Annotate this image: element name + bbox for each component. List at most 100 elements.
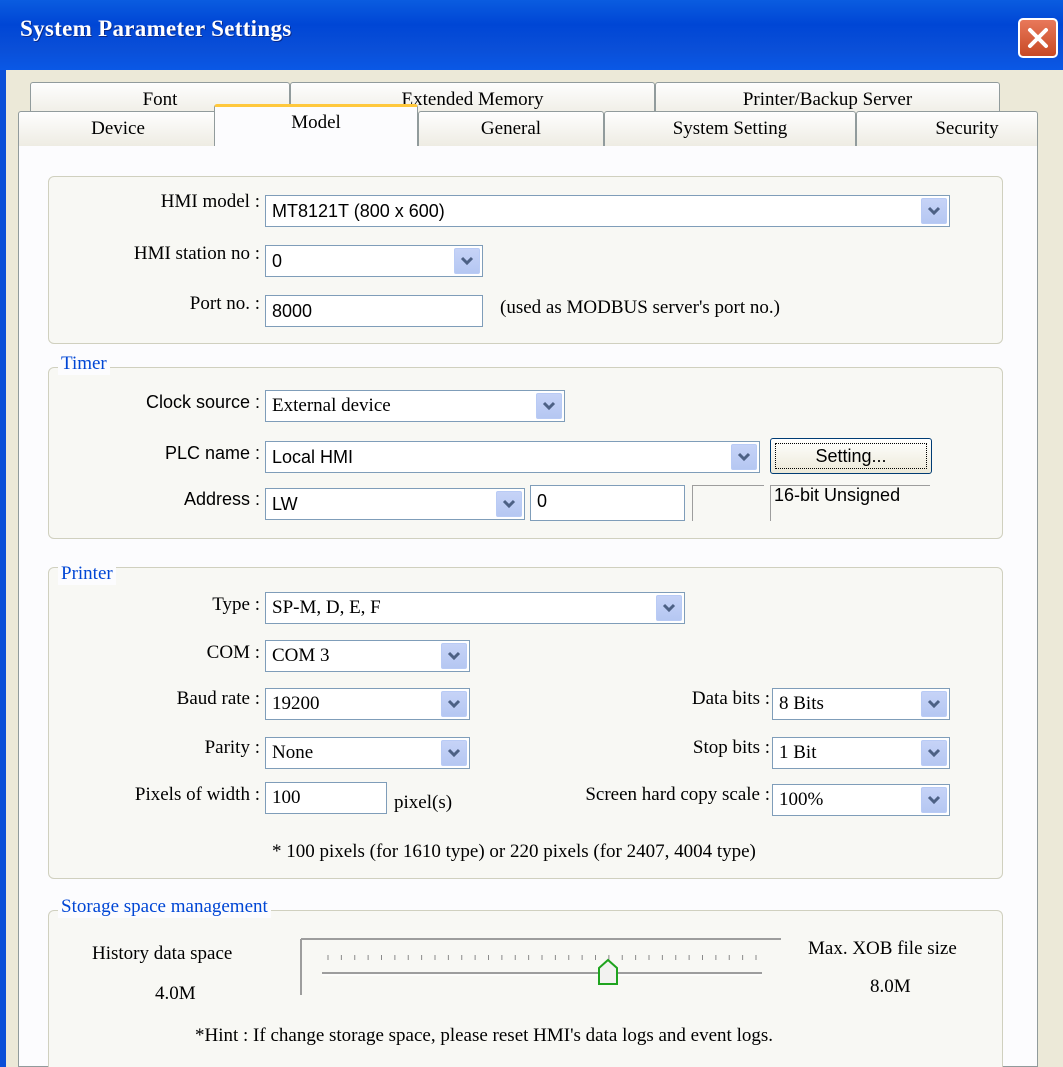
tab-security[interactable]: Security (856, 111, 1038, 146)
timer-group-title: Timer (58, 353, 110, 375)
parity-label: Parity : (204, 737, 260, 758)
dropdown-button[interactable] (441, 740, 467, 766)
hmi-model-label: HMI model : (160, 191, 260, 212)
close-button[interactable] (1018, 18, 1058, 58)
tab-label: Security (935, 118, 999, 139)
data-format-text: 16-bit Unsigned (774, 485, 901, 505)
history-data-label: History data space (92, 943, 233, 964)
printer-note: * 100 pixels (for 1610 type) or 220 pixe… (272, 841, 756, 862)
baud-rate-select[interactable]: 19200 (265, 688, 470, 720)
com-select[interactable]: COM 3 (265, 640, 470, 672)
chevron-down-icon (542, 401, 556, 411)
chevron-down-icon (927, 795, 941, 805)
hard-copy-scale-label: Screen hard copy scale : (585, 784, 770, 805)
printer-group-title: Printer (58, 563, 116, 585)
baud-rate-value: 19200 (272, 693, 320, 714)
pixels-width-input[interactable]: 100 (265, 782, 387, 814)
storage-group-title: Storage space management (58, 896, 271, 918)
dropdown-button[interactable] (454, 248, 480, 274)
chevron-down-icon (447, 699, 461, 709)
data-bits-select[interactable]: 8 Bits (772, 688, 950, 720)
tab-label: System Setting (672, 118, 788, 139)
hmi-station-value: 0 (272, 251, 283, 271)
data-bits-label: Data bits : (691, 688, 770, 709)
com-value: COM 3 (272, 645, 330, 666)
chevron-down-icon (927, 206, 941, 216)
close-icon (1028, 28, 1048, 48)
storage-hint: *Hint : If change storage space, please … (195, 1025, 773, 1046)
tab-label: Extended Memory (401, 89, 544, 110)
setting-button-label: Setting... (775, 443, 927, 469)
clock-source-label: Clock source : (145, 392, 260, 412)
stop-bits-select[interactable]: 1 Bit (772, 737, 950, 769)
clock-source-value: External device (272, 395, 391, 416)
hard-copy-scale-select[interactable]: 100% (772, 784, 950, 816)
tab-label: General (480, 118, 542, 139)
chevron-down-icon (460, 256, 474, 266)
dropdown-button[interactable] (921, 198, 947, 224)
port-input[interactable]: 8000 (265, 295, 483, 327)
slider-track (300, 938, 781, 995)
tab-device[interactable]: Device (18, 111, 218, 146)
parity-value: None (272, 742, 314, 763)
chevron-down-icon (447, 748, 461, 758)
chevron-down-icon (662, 603, 676, 613)
pixels-width-value: 100 (272, 787, 301, 808)
dropdown-button[interactable] (496, 491, 522, 517)
pixels-width-label: Pixels of width : (134, 784, 260, 805)
title-bar: System Parameter Settings (0, 0, 1063, 70)
baud-rate-label: Baud rate : (176, 688, 260, 709)
printer-type-value: SP-M, D, E, F (272, 597, 381, 618)
history-data-value: 4.0M (155, 983, 196, 1004)
dropdown-button[interactable] (921, 740, 947, 766)
dropdown-button[interactable] (921, 787, 947, 813)
clock-source-select[interactable]: External device (265, 390, 565, 422)
address-value: 0 (537, 491, 548, 511)
printer-type-select[interactable]: SP-M, D, E, F (265, 592, 685, 624)
hard-copy-scale-value: 100% (779, 789, 824, 810)
stop-bits-label: Stop bits : (692, 737, 770, 758)
xob-size-value: 8.0M (870, 976, 911, 997)
hmi-station-select[interactable]: 0 (265, 245, 483, 277)
setting-button[interactable]: Setting... (770, 438, 932, 474)
tab-model[interactable]: Model (214, 104, 418, 146)
storage-slider[interactable] (300, 938, 782, 996)
dropdown-button[interactable] (921, 691, 947, 717)
chevron-down-icon (447, 651, 461, 661)
hmi-station-label: HMI station no : (133, 243, 260, 264)
window-title: System Parameter Settings (20, 16, 292, 41)
window-border (0, 70, 6, 1067)
address-label: Address : (183, 489, 260, 509)
dropdown-button[interactable] (656, 595, 682, 621)
dropdown-button[interactable] (441, 643, 467, 669)
hmi-model-value: MT8121T (800 x 600) (272, 201, 445, 221)
dropdown-button[interactable] (731, 444, 757, 470)
address-device-select[interactable]: LW (265, 488, 525, 520)
port-value: 8000 (272, 301, 313, 321)
printer-type-label: Type : (212, 594, 260, 615)
com-label: COM : (206, 642, 260, 663)
tab-label: Font (142, 89, 178, 110)
tab-system-setting[interactable]: System Setting (604, 111, 856, 146)
parity-select[interactable]: None (265, 737, 470, 769)
dropdown-button[interactable] (536, 393, 562, 419)
slider-thumb[interactable] (597, 958, 619, 986)
port-label: Port no. : (189, 293, 260, 314)
plc-name-label: PLC name : (164, 443, 260, 463)
pixels-unit: pixel(s) (394, 792, 453, 813)
address-input[interactable]: 0 (530, 485, 685, 521)
port-note: (used as MODBUS server's port no.) (500, 297, 780, 318)
stop-bits-value: 1 Bit (779, 742, 817, 763)
tab-label: Printer/Backup Server (742, 89, 913, 110)
dropdown-button[interactable] (441, 691, 467, 717)
hmi-model-select[interactable]: MT8121T (800 x 600) (265, 195, 950, 227)
plc-name-value: Local HMI (272, 447, 354, 467)
xob-size-label: Max. XOB file size (808, 938, 957, 959)
address-readonly-box (692, 485, 764, 521)
tab-label: Device (91, 118, 145, 139)
plc-name-select[interactable]: Local HMI (265, 441, 760, 473)
chevron-down-icon (927, 699, 941, 709)
address-device-value: LW (272, 494, 298, 514)
tab-general[interactable]: General (418, 111, 604, 146)
data-bits-value: 8 Bits (779, 693, 824, 714)
